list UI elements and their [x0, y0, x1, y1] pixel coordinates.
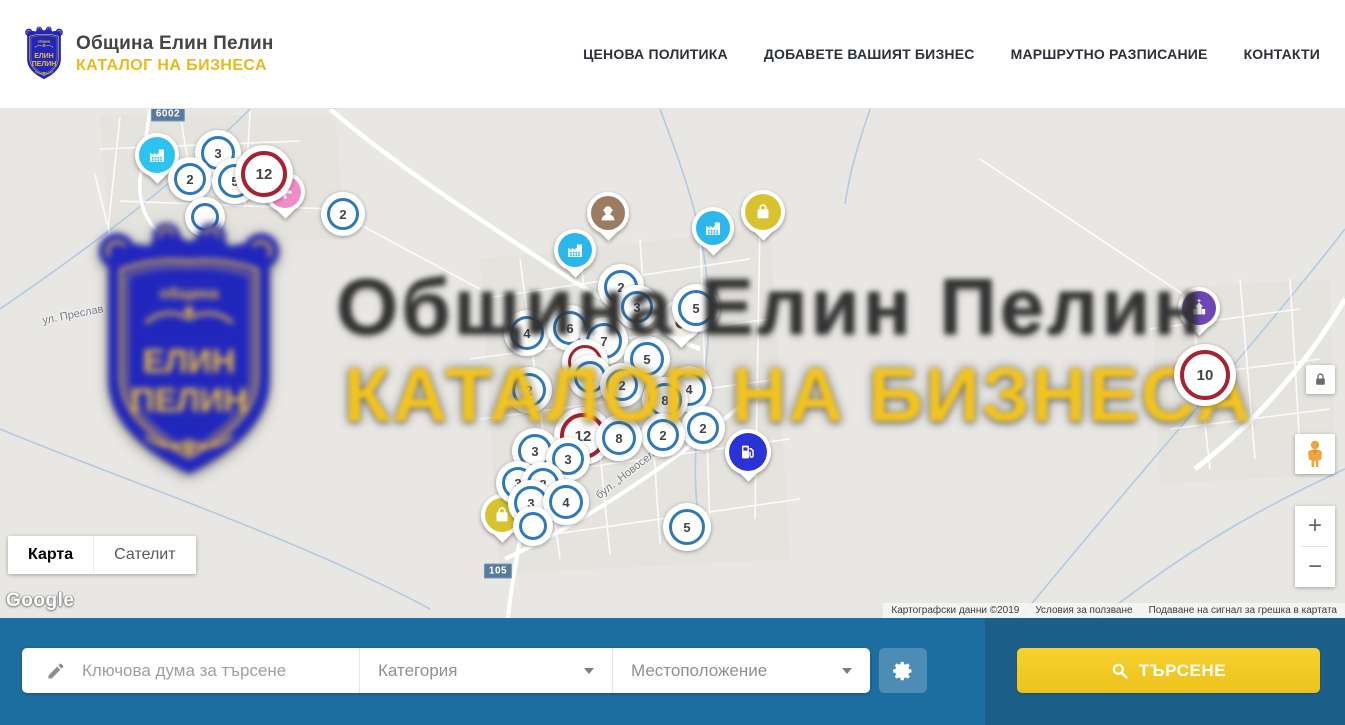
- search-submit-label: ТЪРСЕНЕ: [1139, 661, 1227, 681]
- cluster-marker[interactable]: [185, 197, 225, 237]
- cluster-count: 5: [678, 290, 714, 326]
- map-pin-fuel[interactable]: [725, 429, 771, 485]
- map-pin-factory[interactable]: [692, 207, 734, 259]
- svg-text:община: община: [38, 39, 51, 43]
- factory-icon: [146, 144, 168, 166]
- pin-icon-circle: [591, 196, 625, 230]
- nav-item[interactable]: ДОБАВЕТЕ ВАШИЯТ БИЗНЕС: [764, 46, 975, 62]
- chevron-down-icon: [842, 668, 852, 674]
- cluster-count: 12: [241, 151, 287, 197]
- search-box: Категория Местоположение: [22, 648, 870, 693]
- map-pin-factory[interactable]: [554, 229, 596, 281]
- cluster-marker[interactable]: 2: [681, 406, 725, 450]
- cluster-marker[interactable]: 5: [663, 503, 711, 551]
- nav-item[interactable]: КОНТАКТИ: [1244, 46, 1320, 62]
- lock-button[interactable]: [1306, 365, 1335, 394]
- cluster-marker[interactable]: 2: [641, 413, 685, 457]
- cluster-count: 2: [174, 163, 206, 195]
- cluster-marker[interactable]: 2: [321, 192, 365, 236]
- lock-icon: [1313, 372, 1328, 387]
- map-pin-church[interactable]: [1178, 287, 1220, 339]
- search-icon: [1111, 662, 1129, 680]
- cluster-count: 3: [621, 291, 653, 323]
- cluster-marker[interactable]: 2: [506, 367, 552, 413]
- cluster-marker[interactable]: 8: [596, 415, 642, 461]
- search-submit-button[interactable]: ТЪРСЕНЕ: [1017, 648, 1320, 693]
- cluster-count: 2: [647, 419, 679, 451]
- map-view-button[interactable]: Карта: [8, 536, 93, 574]
- keyword-search-input[interactable]: [80, 660, 314, 682]
- cluster-count: 4: [510, 316, 544, 350]
- cluster-count: 8: [648, 383, 682, 417]
- location-dropdown[interactable]: Местоположение: [613, 648, 870, 693]
- page: община ЕЛИН ПЕЛИН Община Елин Пелин КАТА…: [0, 0, 1345, 725]
- satellite-view-button[interactable]: Сателит: [93, 536, 195, 574]
- pin-icon-circle: [558, 233, 592, 267]
- cluster-marker[interactable]: 5: [672, 284, 720, 332]
- site-title: Община Елин Пелин: [76, 33, 274, 55]
- cluster-count: 2: [512, 373, 546, 407]
- cluster-count: 2: [327, 198, 359, 230]
- factory-icon: [564, 239, 586, 261]
- cluster-marker[interactable]: 10: [1174, 344, 1236, 406]
- main-nav: ЦЕНОВА ПОЛИТИКА ДОБАВЕТЕ ВАШИЯТ БИЗНЕС МАР…: [583, 0, 1320, 108]
- advanced-settings-button[interactable]: [879, 648, 927, 693]
- shopping-bag-icon: [752, 201, 774, 223]
- zoom-out-button[interactable]: −: [1295, 547, 1335, 587]
- factory-icon: [702, 217, 724, 239]
- header: община ЕЛИН ПЕЛИН Община Елин Пелин КАТА…: [0, 0, 1345, 109]
- gear-icon: [892, 660, 914, 682]
- pin-icon-circle: [139, 137, 175, 173]
- pegman-icon: [1303, 440, 1327, 468]
- pencil-icon: [46, 661, 66, 681]
- pin-icon-circle: [729, 433, 767, 471]
- cluster-marker[interactable]: 12: [235, 145, 293, 203]
- search-bar: Категория Местоположение ТЪРСЕНЕ: [0, 618, 1345, 725]
- category-dropdown[interactable]: Категория: [360, 648, 613, 693]
- worker-icon: [597, 202, 619, 224]
- cluster-count: 8: [602, 421, 636, 455]
- road-number-badge: 6002: [151, 109, 185, 122]
- map-type-control: Карта Сателит: [8, 536, 196, 574]
- site-subtitle: КАТАЛОГ НА БИЗНЕСА: [76, 57, 274, 75]
- category-dropdown-label: Категория: [378, 661, 457, 681]
- pegman-button[interactable]: [1295, 434, 1335, 474]
- chevron-down-icon: [584, 668, 594, 674]
- cluster-count: 5: [669, 509, 705, 545]
- attribution-link[interactable]: Подаване на сигнал за грешка в картата: [1141, 605, 1345, 616]
- fuel-icon: [737, 441, 759, 463]
- pin-icon-circle: [696, 211, 730, 245]
- nav-item[interactable]: ЦЕНОВА ПОЛИТИКА: [583, 46, 728, 62]
- church-icon: [1188, 297, 1210, 319]
- location-dropdown-label: Местоположение: [631, 661, 767, 681]
- road-number-badge: 105: [484, 564, 512, 579]
- cluster-marker[interactable]: 4: [504, 310, 550, 356]
- nav-item[interactable]: МАРШРУТНО РАЗПИСАНИЕ: [1011, 46, 1208, 62]
- keyword-section: [22, 648, 360, 693]
- cluster-count: 2: [687, 412, 719, 444]
- brand-logo[interactable]: община ЕЛИН ПЕЛИН Община Елин Пелин КАТА…: [22, 25, 274, 83]
- map-canvas[interactable]: 6002105 ул. Преславбул. „Новосел 3251222…: [0, 109, 1345, 618]
- cluster-count: [519, 512, 547, 540]
- cluster-count: 2: [606, 369, 638, 401]
- attribution-link[interactable]: Условия за ползване: [1027, 605, 1140, 616]
- svg-text:ЕЛИН: ЕЛИН: [34, 53, 53, 60]
- cluster-count: [191, 203, 219, 231]
- zoom-control: + −: [1295, 506, 1335, 587]
- google-logo[interactable]: Google: [6, 590, 74, 612]
- pin-icon-circle: [1182, 291, 1216, 325]
- attribution-text: Картографски данни ©2019: [883, 605, 1027, 616]
- cluster-marker[interactable]: 2: [600, 363, 644, 407]
- map-pin-shopping-bag[interactable]: [741, 190, 785, 244]
- zoom-in-button[interactable]: +: [1295, 506, 1335, 546]
- pin-icon-circle: [745, 194, 781, 230]
- cluster-marker[interactable]: 2: [168, 157, 212, 201]
- municipality-crest-icon: община ЕЛИН ПЕЛИН: [22, 25, 66, 83]
- cluster-marker[interactable]: [513, 506, 553, 546]
- svg-text:ПЕЛИН: ПЕЛИН: [32, 61, 56, 68]
- cluster-count: 4: [549, 485, 583, 519]
- cluster-count: 10: [1180, 350, 1230, 400]
- map-attribution: Картографски данни ©2019Условия за ползв…: [883, 603, 1345, 618]
- cluster-marker[interactable]: 3: [615, 285, 659, 329]
